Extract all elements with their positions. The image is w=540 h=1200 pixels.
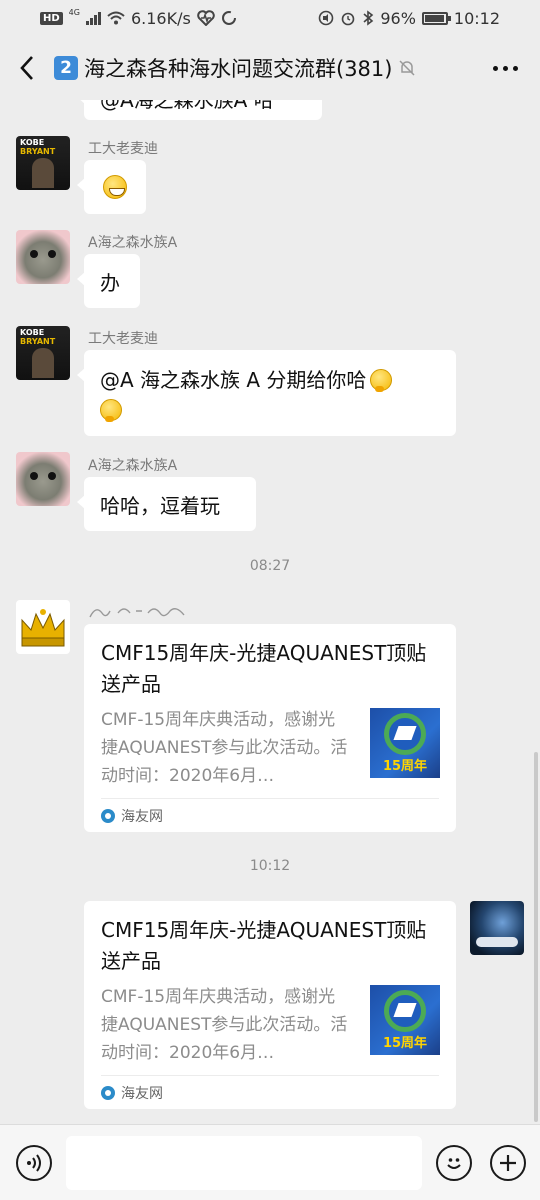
sender-name: A海之森水族A xyxy=(88,458,178,474)
avatar[interactable] xyxy=(16,230,70,284)
message-list[interactable]: @A海之森水族A 哈 KOBE BRYANT 工大老麦迪 A海之森水族A 办 K… xyxy=(0,100,540,1124)
input-bar xyxy=(0,1124,540,1200)
status-bar: HD 4G 6.16K/s 96% 10:12 xyxy=(0,0,540,36)
thinking-emoji-icon xyxy=(100,399,122,422)
alarm-icon xyxy=(342,12,355,26)
mute-bell-icon xyxy=(399,60,415,76)
network-type: 4G xyxy=(68,7,80,17)
chat-title: 2 海之森各种海水问题交流群(381) xyxy=(54,53,470,83)
source-name: 海友网 xyxy=(121,1086,163,1102)
decorative-ornament-icon xyxy=(89,608,185,618)
divider xyxy=(101,1075,439,1076)
card-title: CMF15周年庆-光捷AQUANEST顶贴送产品 xyxy=(101,641,427,696)
link-card[interactable]: CMF15周年庆-光捷AQUANEST顶贴送产品 CMF-15周年庆典活动，感谢… xyxy=(84,624,456,832)
message-text: @A 海之森水族 A 分期给你哈 xyxy=(100,368,367,392)
card-source: 海友网 xyxy=(101,806,163,826)
card-description: CMF-15周年庆典活动，感谢光捷AQUANEST参与此次活动。活动时间：202… xyxy=(101,710,348,786)
smiley-icon xyxy=(447,1158,461,1169)
sender-name: A海之森水族A xyxy=(88,235,178,251)
thumbnail-text: 15周年 xyxy=(382,759,428,774)
battery-percent: 96% xyxy=(380,8,416,28)
avatar[interactable]: KOBE BRYANT xyxy=(16,326,70,380)
status-right: 96% 10:12 xyxy=(318,9,500,28)
source-name: 海友网 xyxy=(121,809,163,825)
dot xyxy=(492,65,498,71)
thumbnail-text: 15周年 xyxy=(382,1036,428,1051)
more-button[interactable] xyxy=(470,36,540,100)
chevron-left-icon xyxy=(20,56,33,80)
thinking-emoji-icon xyxy=(370,369,393,392)
card-thumbnail: 15周年 xyxy=(370,985,440,1055)
sync-icon xyxy=(221,11,236,25)
message-bubble[interactable] xyxy=(77,160,146,214)
card-source: 海友网 xyxy=(101,1083,163,1103)
title-number-badge: 2 xyxy=(54,56,78,80)
mute-icon xyxy=(319,10,334,26)
message-bubble[interactable]: @A 海之森水族 A 分期给你哈 xyxy=(77,350,456,436)
message-text: 哈哈，逗着玩 xyxy=(100,493,220,518)
voice-button[interactable] xyxy=(16,1145,52,1181)
card-thumbnail: 15周年 xyxy=(370,708,440,778)
message-bubble[interactable]: 哈哈，逗着玩 xyxy=(77,477,256,531)
avatar[interactable]: KOBE BRYANT xyxy=(16,136,70,190)
sender-name: 工大老麦迪 xyxy=(88,141,158,157)
scrollbar[interactable] xyxy=(534,752,538,1122)
timestamp: 10:12 xyxy=(249,858,291,874)
voice-icon xyxy=(27,1154,41,1172)
clock: 10:12 xyxy=(453,8,500,28)
crown-icon xyxy=(21,609,65,647)
bluetooth-icon xyxy=(363,10,374,26)
link-card[interactable]: CMF15周年庆-光捷AQUANEST顶贴送产品 CMF-15周年庆典活动，感谢… xyxy=(84,901,456,1109)
wifi-icon xyxy=(107,11,125,25)
more-functions-button[interactable] xyxy=(490,1145,526,1181)
group-name: 海之森各种海水问题交流群(381) xyxy=(84,57,393,81)
hd-badge: HD xyxy=(40,11,63,25)
back-button[interactable] xyxy=(0,36,54,100)
message-input[interactable] xyxy=(66,1136,422,1190)
network-speed: 6.16K/s xyxy=(130,8,191,28)
emoji-button[interactable] xyxy=(436,1145,472,1181)
sender-name: 工大老麦迪 xyxy=(88,331,158,347)
timestamp: 08:27 xyxy=(249,558,291,574)
my-avatar[interactable] xyxy=(470,901,524,955)
message-text: @A海之森水族A 哈 xyxy=(100,100,274,113)
message-text: 办 xyxy=(100,270,120,295)
dot xyxy=(512,65,518,71)
message-bubble[interactable]: @A海之森水族A 哈 xyxy=(77,100,322,120)
divider xyxy=(101,798,439,799)
grin-emoji-icon xyxy=(103,175,127,199)
source-logo-icon xyxy=(101,809,115,823)
card-title: CMF15周年庆-光捷AQUANEST顶贴送产品 xyxy=(101,918,427,973)
card-description: CMF-15周年庆典活动，感谢光捷AQUANEST参与此次活动。活动时间：202… xyxy=(101,987,348,1063)
chat-header: 2 海之森各种海水问题交流群(381) xyxy=(0,36,540,100)
status-left: HD 4G 6.16K/s xyxy=(40,7,237,28)
avatar[interactable] xyxy=(16,600,70,654)
heart-rate-icon xyxy=(197,10,215,26)
battery-icon xyxy=(421,11,451,25)
message-bubble[interactable]: 办 xyxy=(77,254,140,308)
avatar[interactable] xyxy=(16,452,70,506)
signal-icon xyxy=(85,11,101,25)
dot xyxy=(502,65,508,71)
source-logo-icon xyxy=(101,1086,115,1100)
plus-icon xyxy=(500,1155,516,1171)
